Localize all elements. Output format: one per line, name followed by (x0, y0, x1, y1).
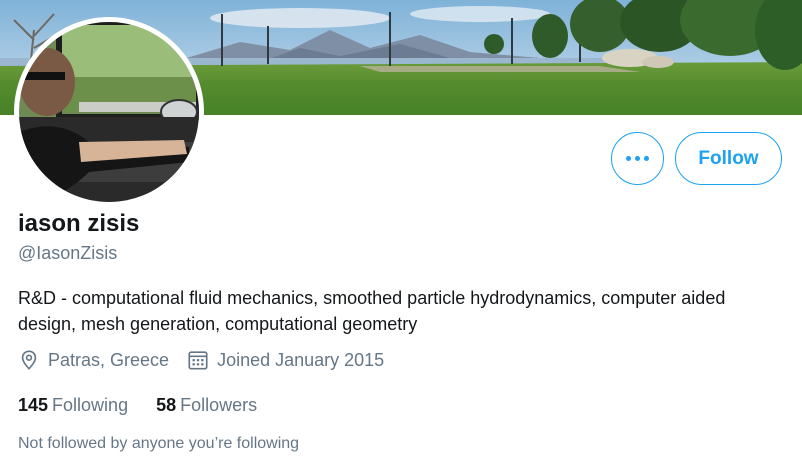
social-context-text: Not followed by anyone you’re following (18, 435, 300, 452)
location-text: Patras, Greece (48, 349, 170, 370)
location-pin-icon (21, 350, 37, 370)
following-count: 145 (18, 395, 49, 415)
profile-meta: Patras, Greece Joined January 2015 (18, 349, 402, 371)
follow-stats: 145 Following 58 Followers (18, 395, 285, 416)
following-label: Following (52, 395, 129, 415)
followers-label: Followers (180, 395, 258, 415)
location: Patras, Greece (18, 349, 169, 371)
profile-bio: R&D - computational fluid mechanics, smo… (18, 288, 726, 334)
more-options-button[interactable] (611, 132, 664, 185)
following-link[interactable]: 145 Following (18, 395, 128, 416)
follow-button[interactable]: Follow (675, 132, 782, 185)
followers-link[interactable]: 58 Followers (156, 395, 257, 416)
joined-text: Joined January 2015 (217, 349, 385, 370)
join-date: Joined January 2015 (187, 349, 384, 371)
more-dots-icon (626, 156, 649, 161)
user-handle: @IasonZisis (18, 243, 118, 263)
followers-count: 58 (156, 395, 177, 415)
profile-avatar[interactable] (14, 17, 204, 207)
avatar-photo (19, 22, 199, 202)
display-name: iason zisis (18, 210, 140, 237)
calendar-icon (188, 351, 208, 370)
